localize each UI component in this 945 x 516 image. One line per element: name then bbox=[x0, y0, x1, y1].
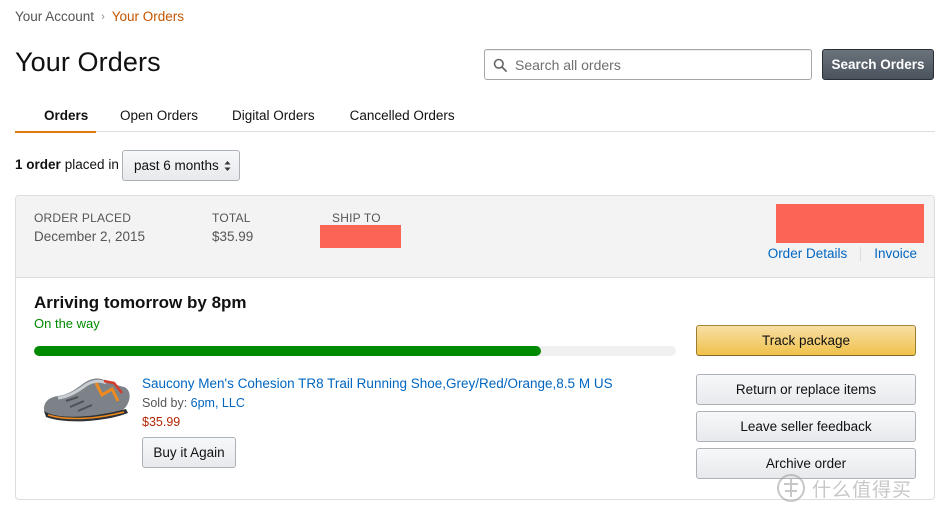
total-label: TOTAL bbox=[212, 211, 251, 225]
shipment-progress-bar bbox=[34, 346, 676, 356]
item-price: $35.99 bbox=[142, 415, 181, 429]
order-details-link[interactable]: Order Details bbox=[768, 246, 848, 261]
ship-to-column: SHIP TO bbox=[332, 211, 381, 225]
order-placed-date: December 2, 2015 bbox=[34, 229, 146, 244]
order-links: Order Details Invoice bbox=[768, 246, 917, 261]
order-count-text: 1 order placed in bbox=[15, 157, 119, 172]
tab-orders[interactable]: Orders bbox=[15, 99, 96, 133]
select-arrows-icon bbox=[224, 161, 231, 171]
page-title: Your Orders bbox=[15, 47, 161, 77]
order-header: ORDER PLACED December 2, 2015 TOTAL $35.… bbox=[16, 196, 934, 278]
search-input[interactable] bbox=[515, 56, 795, 73]
tab-label: Digital Orders bbox=[232, 108, 315, 123]
placed-in-label: placed in bbox=[64, 157, 119, 172]
search-orders-button[interactable]: Search Orders bbox=[822, 49, 934, 80]
tab-digital-orders[interactable]: Digital Orders bbox=[232, 99, 315, 132]
shipment-progress-fill bbox=[34, 346, 542, 356]
order-card: ORDER PLACED December 2, 2015 TOTAL $35.… bbox=[15, 195, 935, 500]
return-replace-button[interactable]: Return or replace items bbox=[696, 374, 916, 405]
delivery-status-title: Arriving tomorrow by 8pm bbox=[34, 293, 247, 312]
order-tabs: Orders Open Orders Digital Orders Cancel… bbox=[15, 99, 935, 133]
sold-by-label: Sold by: bbox=[142, 396, 188, 410]
buy-it-again-button[interactable]: Buy it Again bbox=[142, 437, 236, 468]
search-icon bbox=[493, 58, 507, 72]
total-value: $35.99 bbox=[212, 229, 254, 244]
order-count: 1 order bbox=[15, 157, 61, 172]
seller-link[interactable]: 6pm, LLC bbox=[191, 396, 245, 410]
sold-by-line: Sold by: 6pm, LLC bbox=[142, 396, 245, 410]
watermark-text: 什么值得买 bbox=[812, 478, 913, 501]
breadcrumb-separator: › bbox=[101, 10, 105, 23]
search-box[interactable] bbox=[484, 49, 812, 80]
shoe-product-image[interactable] bbox=[38, 371, 134, 429]
order-number-redaction bbox=[776, 204, 924, 243]
zhi-icon bbox=[777, 474, 805, 502]
product-title-link[interactable]: Saucony Men's Cohesion TR8 Trail Running… bbox=[142, 376, 613, 391]
breadcrumb-your-account[interactable]: Your Account bbox=[15, 9, 94, 24]
breadcrumb: Your Account › Your Orders bbox=[15, 9, 184, 24]
time-range-select[interactable]: past 6 months bbox=[122, 150, 240, 181]
invoice-link[interactable]: Invoice bbox=[874, 246, 917, 261]
order-placed-label: ORDER PLACED bbox=[34, 211, 132, 225]
link-divider bbox=[860, 246, 862, 261]
tab-cancelled-orders[interactable]: Cancelled Orders bbox=[350, 99, 455, 132]
breadcrumb-your-orders[interactable]: Your Orders bbox=[112, 9, 184, 24]
order-placed-column: ORDER PLACED December 2, 2015 bbox=[34, 211, 145, 244]
tab-label: Open Orders bbox=[120, 108, 199, 123]
total-column: TOTAL $35.99 bbox=[212, 211, 253, 244]
ship-to-redaction bbox=[320, 225, 401, 248]
watermark: 什么值得买 bbox=[776, 473, 912, 503]
delivery-status-subtitle: On the way bbox=[34, 316, 100, 331]
time-range-value: past 6 months bbox=[134, 158, 219, 173]
tab-label: Orders bbox=[44, 108, 89, 123]
track-package-button[interactable]: Track package bbox=[696, 325, 916, 356]
tab-label: Cancelled Orders bbox=[349, 108, 455, 123]
tab-open-orders[interactable]: Open Orders bbox=[120, 99, 198, 132]
ship-to-label: SHIP TO bbox=[332, 211, 381, 225]
seller-feedback-button[interactable]: Leave seller feedback bbox=[696, 411, 916, 442]
